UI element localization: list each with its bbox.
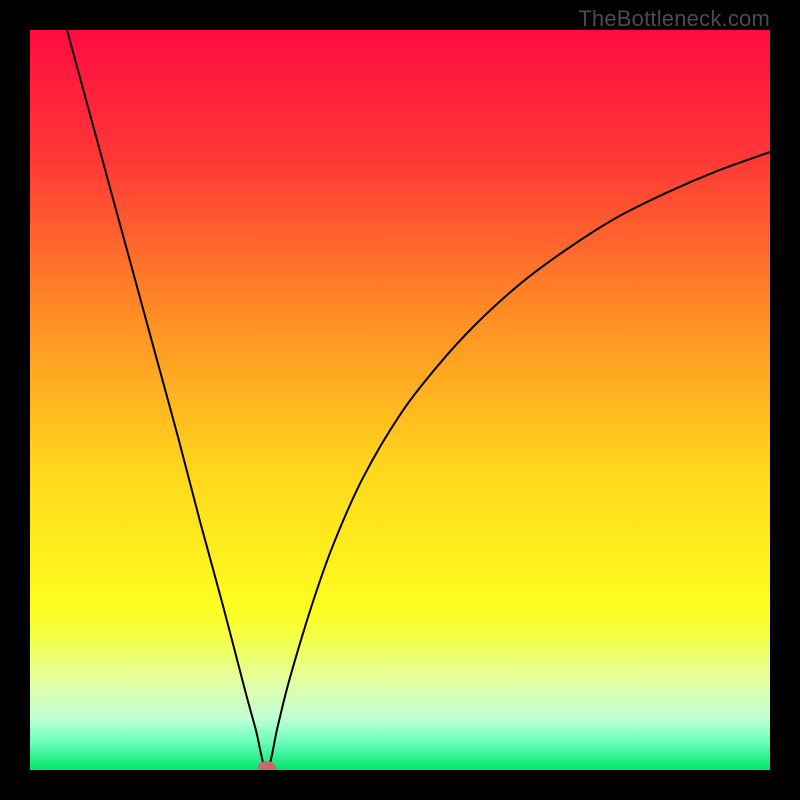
curve-layer: [30, 30, 770, 770]
watermark-text: TheBottleneck.com: [578, 6, 770, 32]
chart-frame: TheBottleneck.com: [0, 0, 800, 800]
plot-area: [30, 30, 770, 770]
bottleneck-curve: [67, 30, 770, 770]
min-point-marker: [258, 761, 276, 770]
